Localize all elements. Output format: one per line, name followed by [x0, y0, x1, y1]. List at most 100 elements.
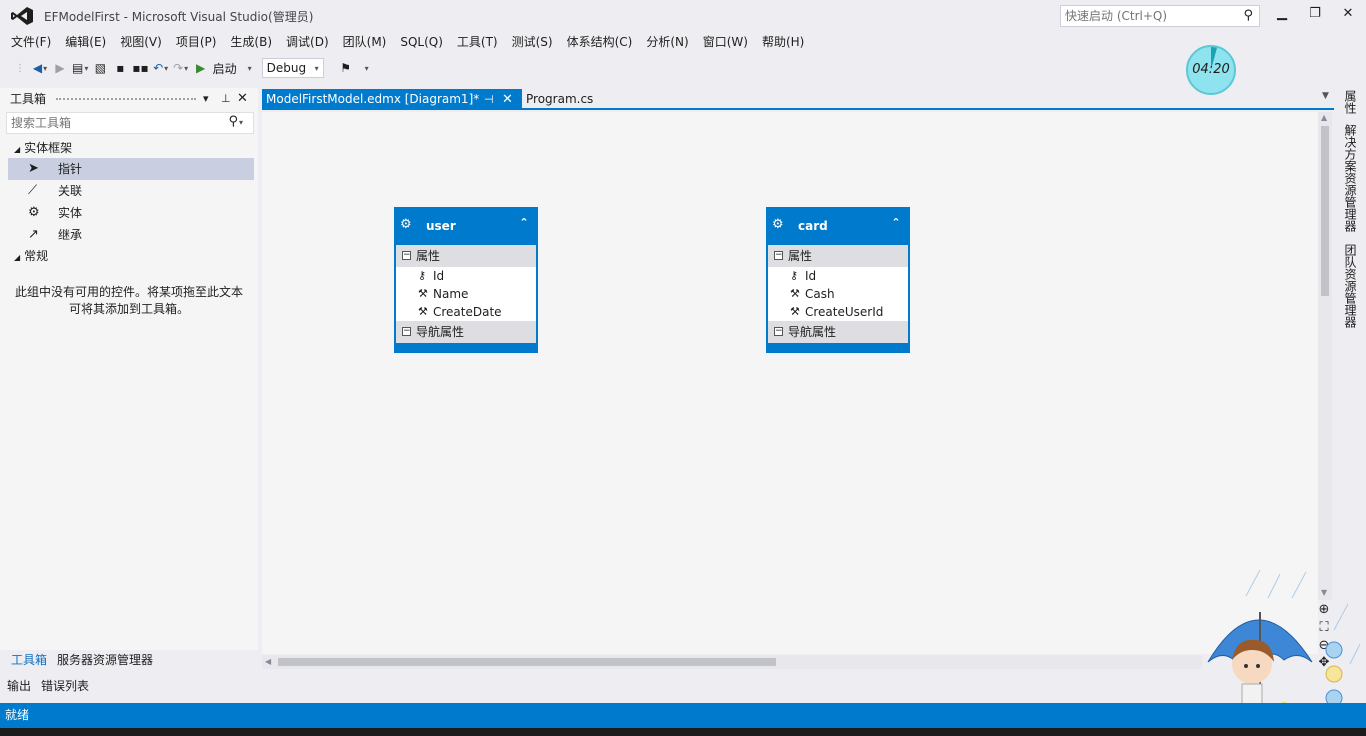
- toolbox-group-general[interactable]: ◢ 常规: [0, 246, 258, 266]
- menu-file[interactable]: 文件(F): [4, 32, 58, 52]
- property-name: Id: [805, 269, 817, 283]
- toolbox-search-input[interactable]: [7, 113, 207, 133]
- horizontal-scroll-thumb[interactable]: [278, 658, 776, 666]
- menu-analyze[interactable]: 分析(N): [639, 32, 695, 52]
- collapse-icon[interactable]: ⌃: [518, 217, 530, 229]
- os-taskbar: [0, 728, 1366, 736]
- navigation-properties-section[interactable]: − 导航属性: [768, 321, 908, 343]
- entity-card[interactable]: ⚙ card ⌃ − 属性 ⚷ Id ⚒ Cash ⚒ CreateUserId…: [766, 207, 910, 353]
- document-tab-well: ModelFirstModel.edmx [Diagram1]* ⊣ ✕ Pro…: [262, 89, 1334, 110]
- scroll-left-icon[interactable]: ◀: [265, 657, 271, 666]
- forward-icon[interactable]: ▶: [52, 58, 68, 78]
- wrench-icon: ⚒: [790, 305, 800, 318]
- properties-section[interactable]: − 属性: [768, 245, 908, 267]
- search-icon[interactable]: ⚲▾: [228, 114, 243, 129]
- toolbox-header: 工具箱 ▾ ⊥ ✕: [0, 88, 258, 110]
- entity-header[interactable]: ⚙ user ⌃: [396, 209, 536, 245]
- menu-tools[interactable]: 工具(T): [450, 32, 505, 52]
- back-icon[interactable]: ◀ ▾: [32, 58, 48, 78]
- pin-icon[interactable]: ⊣: [484, 89, 494, 110]
- navigation-properties-section[interactable]: − 导航属性: [396, 321, 536, 343]
- tab-properties[interactable]: 属性: [1342, 90, 1359, 114]
- start-button[interactable]: 启动: [213, 58, 237, 78]
- vertical-scrollbar[interactable]: ▲ ▼: [1318, 112, 1332, 600]
- wrench-icon: ⚒: [418, 305, 428, 318]
- tab-program-cs[interactable]: Program.cs: [526, 89, 593, 110]
- property-row[interactable]: ⚒ Name: [396, 285, 536, 303]
- solution-configuration-value: Debug: [266, 61, 307, 75]
- status-bar: 就绪: [0, 703, 1366, 728]
- status-text: 就绪: [5, 708, 30, 722]
- tab-output[interactable]: 输出: [2, 675, 36, 697]
- quick-launch-box[interactable]: ⚲: [1060, 5, 1260, 27]
- timer-text: 04:20: [1192, 62, 1230, 77]
- save-all-icon[interactable]: ▪▪: [132, 58, 148, 78]
- tab-server-explorer[interactable]: 服务器资源管理器: [52, 650, 158, 670]
- tool-inheritance[interactable]: ↗ 继承: [0, 224, 258, 246]
- collapse-icon[interactable]: ⌃: [890, 217, 902, 229]
- property-row[interactable]: ⚒ CreateDate: [396, 303, 536, 321]
- quick-launch-input[interactable]: [1061, 6, 1231, 26]
- panel-grip[interactable]: [56, 98, 196, 100]
- menu-view[interactable]: 视图(V): [113, 32, 169, 52]
- property-row[interactable]: ⚷ Id: [768, 267, 908, 285]
- toolbox-panel: 工具箱 ▾ ⊥ ✕ ⚲▾ ◢实体框架 ➤ 指针 ⟋ 关联 ⚙ 实体 ↗ 继承 ◢…: [0, 88, 258, 650]
- minimize-button[interactable]: ▁: [1270, 6, 1294, 26]
- redo-icon[interactable]: ↷ ▾: [173, 58, 189, 78]
- tool-association[interactable]: ⟋ 关联: [0, 180, 258, 202]
- menu-build[interactable]: 生成(B): [223, 32, 279, 52]
- property-row[interactable]: ⚒ Cash: [768, 285, 908, 303]
- close-icon[interactable]: ✕: [237, 88, 248, 110]
- tool-label: 继承: [58, 228, 83, 242]
- new-project-icon[interactable]: ▤ ▾: [72, 58, 88, 78]
- menu-window[interactable]: 窗口(W): [696, 32, 755, 52]
- pin-icon[interactable]: ⊥: [221, 88, 231, 110]
- menu-help[interactable]: 帮助(H): [755, 32, 811, 52]
- scroll-up-icon[interactable]: ▲: [1321, 113, 1327, 122]
- horizontal-scrollbar[interactable]: ◀: [262, 655, 1202, 669]
- close-window-button[interactable]: ✕: [1336, 6, 1360, 26]
- tab-dropdown-icon[interactable]: ▼: [1322, 91, 1329, 101]
- vertical-scroll-thumb[interactable]: [1321, 126, 1329, 296]
- open-file-icon[interactable]: ▧: [92, 58, 108, 78]
- find-in-files-icon[interactable]: ⚑: [338, 58, 354, 78]
- collapse-section-icon[interactable]: −: [774, 251, 783, 260]
- restore-button[interactable]: ❐: [1303, 6, 1327, 26]
- tool-pointer[interactable]: ➤ 指针: [8, 158, 254, 180]
- collapse-section-icon[interactable]: −: [402, 251, 411, 260]
- collapse-section-icon[interactable]: −: [774, 327, 783, 336]
- tool-entity[interactable]: ⚙ 实体: [0, 202, 258, 224]
- menu-project[interactable]: 项目(P): [169, 32, 224, 52]
- tab-error-list[interactable]: 错误列表: [36, 675, 94, 697]
- entity-header[interactable]: ⚙ card ⌃: [768, 209, 908, 245]
- properties-section[interactable]: − 属性: [396, 245, 536, 267]
- toolbar-options-icon[interactable]: ▾: [359, 58, 375, 78]
- menu-sql[interactable]: SQL(Q): [393, 32, 450, 52]
- start-icon[interactable]: ▶: [193, 58, 209, 78]
- menu-debug[interactable]: 调试(D): [279, 32, 336, 52]
- collapse-section-icon[interactable]: −: [402, 327, 411, 336]
- menu-team[interactable]: 团队(M): [336, 32, 394, 52]
- toolbox-group-entity-framework[interactable]: ◢ 实体框架: [0, 138, 258, 158]
- search-icon[interactable]: ⚲: [1243, 8, 1253, 23]
- tab-toolbox[interactable]: 工具箱: [6, 650, 52, 670]
- toolbox-search-box[interactable]: ⚲▾: [6, 112, 254, 134]
- menu-edit[interactable]: 编辑(E): [58, 32, 113, 52]
- menu-architecture[interactable]: 体系结构(C): [560, 32, 640, 52]
- close-icon[interactable]: ✕: [502, 89, 513, 110]
- property-row[interactable]: ⚷ Id: [396, 267, 536, 285]
- solution-configuration-select[interactable]: Debug ▾: [261, 58, 324, 78]
- edmx-designer-surface[interactable]: ⚙ user ⌃ − 属性 ⚷ Id ⚒ Name ⚒ CreateDate −…: [262, 112, 1318, 654]
- entity-user[interactable]: ⚙ user ⌃ − 属性 ⚷ Id ⚒ Name ⚒ CreateDate −…: [394, 207, 538, 353]
- undo-icon[interactable]: ↶ ▾: [153, 58, 169, 78]
- tab-team-explorer[interactable]: 团队资源管理器: [1342, 244, 1359, 328]
- tab-solution-explorer[interactable]: 解决方案资源管理器: [1342, 124, 1359, 232]
- tab-modelfirstmodel-edmx[interactable]: ModelFirstModel.edmx [Diagram1]* ⊣ ✕: [262, 89, 522, 110]
- menu-bar: 文件(F) 编辑(E) 视图(V) 项目(P) 生成(B) 调试(D) 团队(M…: [0, 32, 811, 52]
- panel-options-icon[interactable]: ▾: [203, 88, 209, 110]
- start-dropdown-icon[interactable]: ▾: [242, 58, 258, 78]
- menu-test[interactable]: 测试(S): [505, 32, 560, 52]
- toolbar-grip[interactable]: ⋮: [12, 58, 28, 78]
- save-icon[interactable]: ▪: [112, 58, 128, 78]
- property-row[interactable]: ⚒ CreateUserId: [768, 303, 908, 321]
